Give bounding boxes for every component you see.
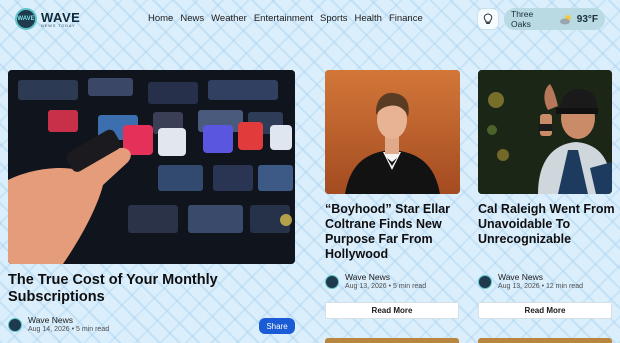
weather-location: Three Oaks [511,9,534,29]
author-name: Wave News [28,315,74,325]
read-time: 12 min read [546,282,583,290]
article-image-subscriptions[interactable] [8,70,295,264]
logo-badge: WAVE [15,8,37,30]
article-date: Aug 14, 2026 [28,325,70,333]
nav-news[interactable]: News [180,13,204,24]
article-subline: Aug 13, 2026 • 12 min read [498,283,583,291]
logo-title: WAVE [41,9,81,25]
read-more-button[interactable]: Read More [478,302,612,319]
read-time: 5 min read [76,325,110,333]
article-title-right[interactable]: Cal Raleigh Went From Unavoidable To Unr… [478,202,618,247]
next-article-image-peek[interactable] [478,338,612,343]
share-button[interactable]: Share [259,318,295,334]
weather-widget[interactable]: Three Oaks 93°F [504,8,605,30]
theme-toggle-button[interactable] [478,9,498,29]
baseball-player-photo [478,70,612,194]
read-more-button[interactable]: Read More [325,302,459,319]
author-avatar [8,317,22,332]
article-title-mid[interactable]: “Boyhood” Star Ellar Coltrane Finds New … [325,202,465,262]
site-header: WAVE WAVE NEWS TODAY Home News Weather E… [0,0,620,40]
next-article-image-peek[interactable] [325,338,459,343]
nav-home[interactable]: Home [148,13,173,24]
author-avatar [478,274,492,289]
article-image-boyhood[interactable] [325,70,460,194]
logo-badge-text: WAVE [17,16,35,22]
main-nav: Home News Weather Entertainment Sports H… [148,13,423,24]
logo-tagline: NEWS TODAY [41,22,76,28]
nav-health[interactable]: Health [354,13,381,24]
lightbulb-icon [483,13,493,24]
article-date: Aug 13, 2026 [345,282,387,290]
weather-temp: 93°F [576,13,598,25]
article-subline: Aug 14, 2026 • 5 min read [28,326,109,334]
portrait-photo [325,70,460,194]
article-image-cal-raleigh[interactable] [478,70,612,194]
tv-apps-photo [8,70,295,264]
author-name: Wave News [498,272,544,282]
article-title-main[interactable]: The True Cost of Your Monthly Subscripti… [8,272,288,307]
read-time: 5 min read [393,282,427,290]
partly-cloudy-icon [559,14,571,24]
nav-weather[interactable]: Weather [211,13,247,24]
article-subline: Aug 13, 2026 • 5 min read [345,283,426,291]
article-meta-mid: Wave News Aug 13, 2026 • 5 min read [325,272,426,291]
site-logo[interactable]: WAVE WAVE NEWS TODAY [15,8,80,30]
article-meta-right: Wave News Aug 13, 2026 • 12 min read [478,272,583,291]
author-avatar [325,274,339,289]
article-meta-main: Wave News Aug 14, 2026 • 5 min read [8,315,109,334]
article-date: Aug 13, 2026 [498,282,540,290]
nav-finance[interactable]: Finance [389,13,423,24]
author-name: Wave News [345,272,391,282]
nav-sports[interactable]: Sports [320,13,347,24]
nav-entertainment[interactable]: Entertainment [254,13,313,24]
